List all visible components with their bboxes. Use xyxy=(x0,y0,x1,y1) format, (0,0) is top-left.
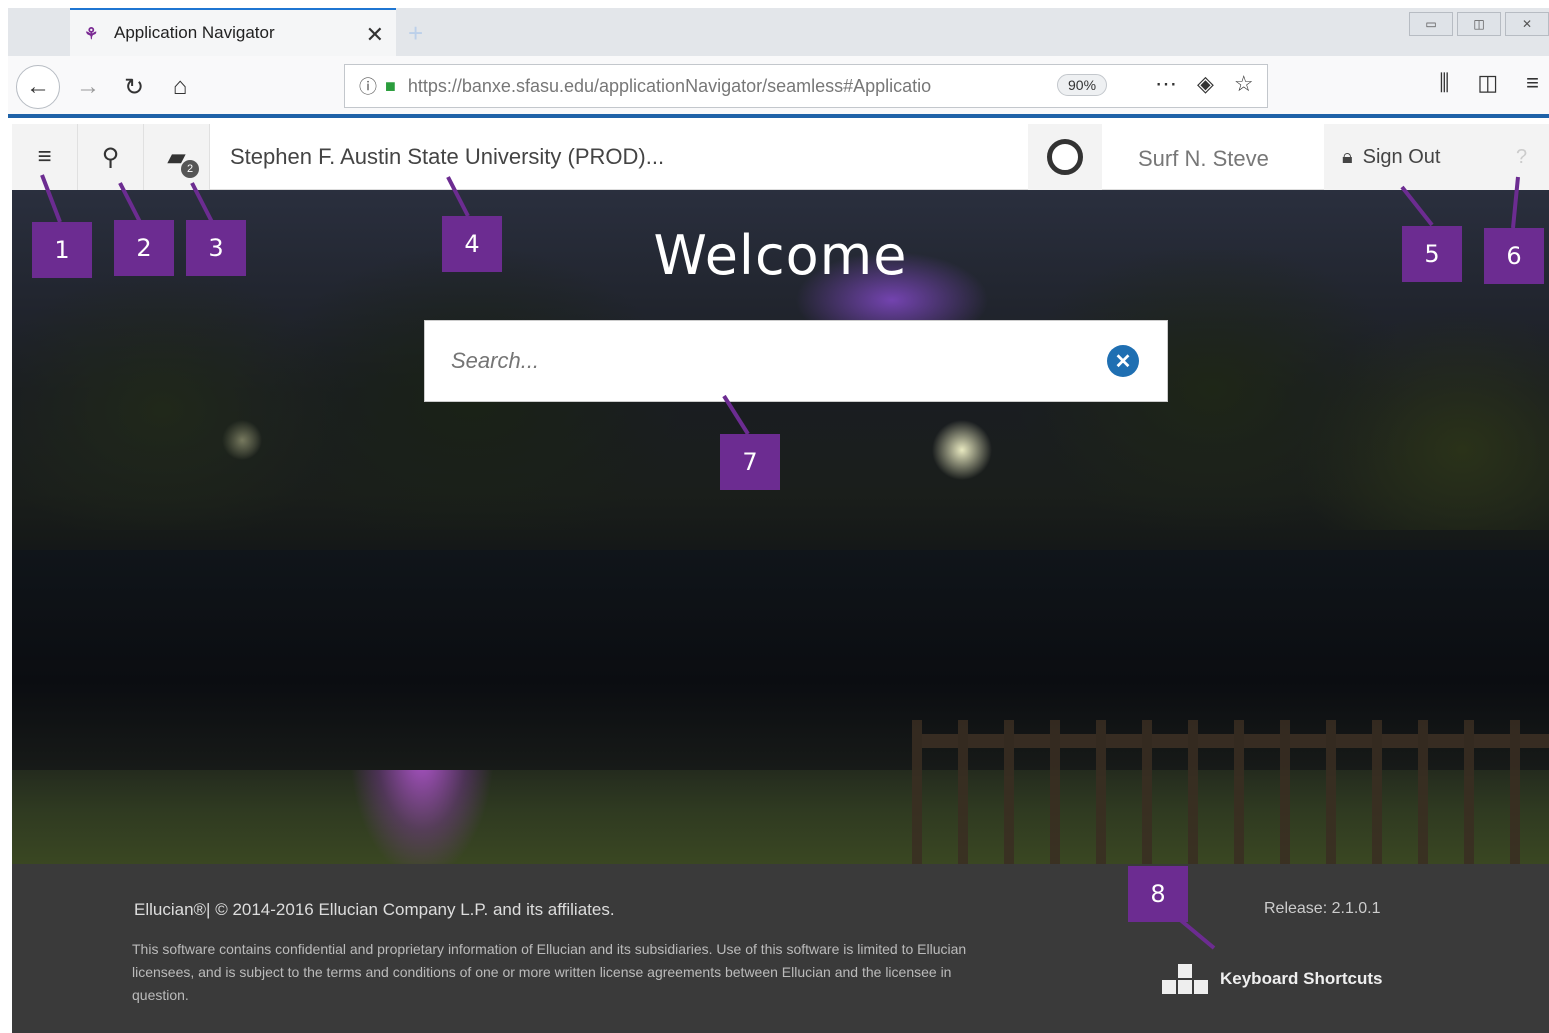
browser-tab-strip: ⚘ Application Navigator ✕ + ▭ ◫ ✕ xyxy=(8,8,1549,56)
address-bar[interactable]: ⓘ ■ https://banxe.sfasu.edu/applicationN… xyxy=(344,64,1268,108)
release-version: Release: 2.1.0.1 xyxy=(1264,900,1381,917)
search-input[interactable] xyxy=(451,348,1091,374)
reload-icon[interactable]: ↻ xyxy=(112,65,156,109)
app-favicon-icon: ⚘ xyxy=(84,26,99,43)
user-icon xyxy=(1047,139,1083,175)
institution-name: Stephen F. Austin State University (PROD… xyxy=(230,144,665,169)
browser-right-icons: ⫼ ◫ ≡ xyxy=(1439,70,1539,96)
browser-tab[interactable]: ⚘ Application Navigator ✕ xyxy=(70,8,396,56)
new-tab-icon[interactable]: + xyxy=(408,18,423,49)
legal-notice: This software contains confidential and … xyxy=(132,941,967,1003)
forward-icon[interactable]: → xyxy=(66,65,110,109)
url-text[interactable]: https://banxe.sfasu.edu/applicationNavig… xyxy=(408,76,998,97)
footer: Ellucian®| © 2014-2016 Ellucian Company … xyxy=(12,864,1549,1033)
username[interactable]: Surf N. Steve xyxy=(1138,146,1269,172)
annotation-marker-6: 6 xyxy=(1484,228,1544,284)
help-button[interactable]: ? xyxy=(1494,124,1549,190)
recent-count-badge: 2 xyxy=(181,160,199,178)
copyright-text: Ellucian®| © 2014-2016 Ellucian Company … xyxy=(134,900,615,919)
keyboard-shortcuts-link[interactable]: Keyboard Shortcuts xyxy=(1162,964,1382,994)
annotation-marker-4: 4 xyxy=(442,216,502,272)
close-window-icon[interactable]: ✕ xyxy=(1505,12,1549,36)
tab-title: Application Navigator xyxy=(114,23,275,42)
recent-items-button[interactable]: ▰ 2 xyxy=(144,124,210,190)
maximize-icon[interactable]: ◫ xyxy=(1457,12,1501,36)
page-actions: ⋯ ◈ ☆ xyxy=(1155,71,1254,97)
window-controls: ▭ ◫ ✕ xyxy=(1409,12,1549,36)
user-avatar[interactable] xyxy=(1028,124,1102,190)
library-icon[interactable]: ⫼ xyxy=(1439,70,1449,96)
keyboard-icon xyxy=(1162,964,1208,994)
sign-out-button[interactable]: 🔒︎ Sign Out xyxy=(1324,124,1494,190)
menu-icon[interactable]: ≡ xyxy=(12,124,78,190)
home-icon[interactable]: ⌂ xyxy=(158,65,202,109)
back-icon[interactable]: ← xyxy=(16,65,60,109)
app-header: ≡ ⚲ ▰ 2 Stephen F. Austin State Universi… xyxy=(12,124,1549,190)
annotation-marker-8: 8 xyxy=(1128,866,1188,922)
close-tab-icon[interactable]: ✕ xyxy=(366,22,384,48)
annotation-marker-7: 7 xyxy=(720,434,780,490)
browser-menu-icon[interactable]: ≡ xyxy=(1526,70,1539,96)
bookmark-star-icon[interactable]: ☆ xyxy=(1234,71,1254,97)
clear-search-icon[interactable]: ✕ xyxy=(1107,345,1139,377)
keyboard-shortcuts-label: Keyboard Shortcuts xyxy=(1220,969,1383,988)
hero-background: Welcome ✕ xyxy=(12,190,1549,864)
sign-out-label: Sign Out xyxy=(1362,145,1441,168)
search-box: ✕ xyxy=(424,320,1168,402)
zoom-level[interactable]: 90% xyxy=(1057,74,1108,96)
browser-toolbar: ← → ↻ ⌂ ⓘ ■ https://banxe.sfasu.edu/appl… xyxy=(8,56,1549,118)
minimize-icon[interactable]: ▭ xyxy=(1409,12,1453,36)
info-icon[interactable]: ⓘ xyxy=(359,73,377,99)
annotation-marker-3: 3 xyxy=(186,220,246,276)
search-icon[interactable]: ⚲ xyxy=(78,124,144,190)
lock-icon: 🔒︎ xyxy=(1342,145,1353,168)
fence-background xyxy=(912,720,1549,864)
secure-lock-icon: ■ xyxy=(385,75,396,96)
sidebar-icon[interactable]: ◫ xyxy=(1477,70,1498,96)
annotation-marker-5: 5 xyxy=(1402,226,1462,282)
more-actions-icon[interactable]: ⋯ xyxy=(1155,71,1177,97)
pocket-icon[interactable]: ◈ xyxy=(1197,71,1214,97)
annotation-marker-1: 1 xyxy=(32,222,92,278)
annotation-marker-2: 2 xyxy=(114,220,174,276)
